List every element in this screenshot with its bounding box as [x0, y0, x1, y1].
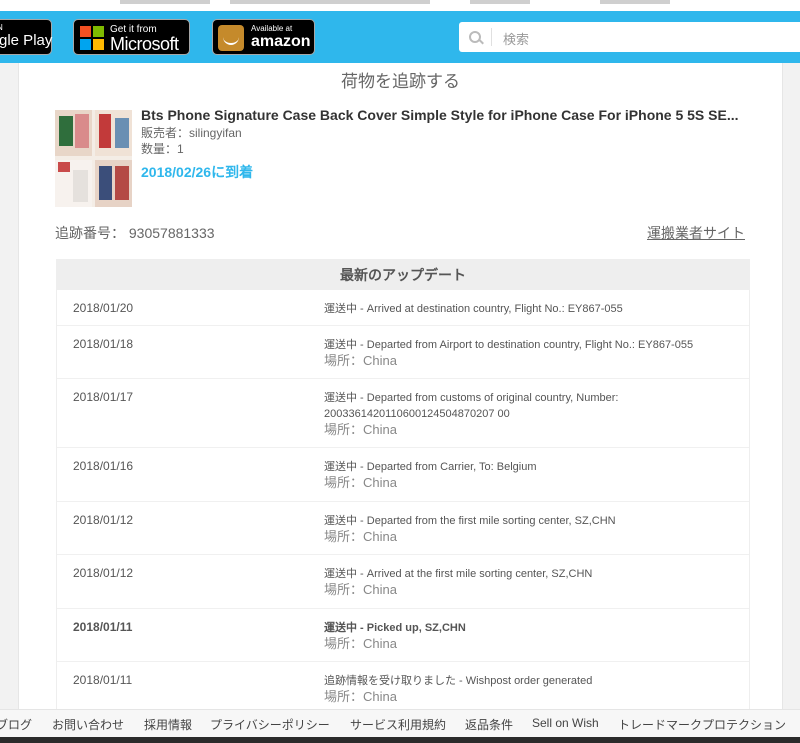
update-date: 2018/01/11 [73, 673, 133, 687]
tracking-card: 荷物を追跡する Bts Phone Signature Case Back Co… [18, 63, 783, 721]
update-status-text: 運送中 - Departed from customs of original … [324, 392, 619, 420]
seller-name: 販売者：silingyifan [141, 126, 242, 140]
update-status-text: 運送中 - Arrived at the first mile sorting … [324, 568, 593, 580]
update-date: 2018/01/17 [73, 390, 134, 404]
update-status: 運送中 - Departed from the first mile sorti… [324, 513, 734, 545]
update-status-text: 運送中 - Arrived at destination country, Fl… [324, 303, 623, 315]
update-location: 場所：China [324, 582, 397, 597]
update-date: 2018/01/12 [73, 566, 134, 580]
footer-link-contact[interactable]: お問い合わせ [52, 716, 124, 733]
search-icon[interactable] [469, 31, 481, 43]
update-row: 2018/01/18 運送中 - Departed from Airport t… [57, 326, 749, 379]
google-play-small-text: N [0, 23, 3, 32]
update-status-text: 運送中 - Picked up, SZ,CHN [324, 622, 466, 634]
update-location: 場所：China [324, 636, 397, 651]
update-date: 2018/01/20 [73, 301, 134, 315]
microsoft-store-badge[interactable]: Get it from Microsoft [73, 19, 190, 55]
update-date: 2018/01/16 [73, 459, 134, 473]
footer-link-terms[interactable]: サービス利用規約 [350, 716, 446, 733]
tracking-number: 追跡番号： 93057881333 [55, 225, 215, 241]
updates-title: 最新のアップデート [57, 260, 749, 290]
update-status: 運送中 - Departed from customs of original … [324, 390, 734, 438]
update-date: 2018/01/11 [73, 620, 133, 634]
update-row: 2018/01/16 運送中 - Departed from Carrier, … [57, 448, 749, 502]
search-input[interactable]: 検索 [459, 22, 800, 52]
update-row: 2018/01/17 運送中 - Departed from customs o… [57, 379, 749, 448]
arrival-date: 2018/02/26に到着 [141, 164, 254, 180]
amazon-small-text: Available at [251, 24, 293, 33]
update-location: 場所：China [324, 422, 397, 437]
update-status-text: 運送中 - Departed from Airport to destinati… [324, 339, 694, 351]
footer-link-trademark[interactable]: トレードマークプロテクション [618, 716, 786, 733]
site-header: N gle Play Get it from Microsoft Availab… [0, 11, 800, 63]
product-name[interactable]: Bts Phone Signature Case Back Cover Simp… [141, 107, 751, 123]
update-status: 運送中 - Departed from Carrier, To: Belgium… [324, 459, 734, 491]
bottom-bar [0, 737, 800, 743]
update-row: 2018/01/11 追跡情報を受け取りました - Wishpost order… [57, 662, 749, 716]
update-location: 場所：China [324, 689, 397, 704]
update-status-text: 運送中 - Departed from Carrier, To: Belgium [324, 461, 537, 473]
product-thumbnail[interactable] [55, 110, 132, 207]
footer-link-careers[interactable]: 採用情報 [144, 716, 192, 733]
update-status: 運送中 - Arrived at the first mile sorting … [324, 566, 734, 598]
update-status-text: 運送中 - Departed from the first mile sorti… [324, 515, 616, 527]
google-play-label: gle Play [0, 32, 53, 49]
update-row: 2018/01/11 運送中 - Picked up, SZ,CHN 場所：Ch… [57, 609, 749, 662]
update-location: 場所：China [324, 353, 397, 368]
search-placeholder: 検索 [503, 32, 530, 47]
update-row: 2018/01/12 運送中 - Arrived at the first mi… [57, 555, 749, 609]
amazon-app-icon [218, 25, 244, 51]
update-status: 運送中 - Picked up, SZ,CHN 場所：China [324, 620, 734, 652]
microsoft-label: Microsoft [110, 34, 179, 54]
update-location: 場所：China [324, 475, 397, 490]
page-title: 荷物を追跡する [341, 72, 460, 91]
update-date: 2018/01/12 [73, 513, 134, 527]
footer-link-returns[interactable]: 返品条件 [465, 716, 513, 733]
update-status: 運送中 - Arrived at destination country, Fl… [324, 301, 734, 317]
update-status: 運送中 - Departed from Airport to destinati… [324, 337, 734, 369]
update-location: 場所：China [324, 529, 397, 544]
update-row: 2018/01/20 運送中 - Arrived at destination … [57, 290, 749, 326]
quantity: 数量：1 [141, 142, 184, 156]
footer-link-privacy[interactable]: プライバシーポリシー [210, 716, 330, 733]
update-row: 2018/01/12 運送中 - Departed from the first… [57, 502, 749, 555]
google-play-badge[interactable]: N gle Play [0, 19, 52, 55]
update-status: 追跡情報を受け取りました - Wishpost order generated … [324, 673, 734, 705]
amazon-badge[interactable]: Available at amazon [212, 19, 315, 55]
carrier-site-link[interactable]: 運搬業者サイト [647, 223, 745, 243]
updates-panel: 最新のアップデート 2018/01/20 運送中 - Arrived at de… [56, 259, 750, 721]
footer-link-sell-on-wish[interactable]: Sell on Wish [532, 716, 599, 730]
update-status-text: 追跡情報を受け取りました - Wishpost order generated [324, 675, 593, 687]
site-footer: ブログ お問い合わせ 採用情報 プライバシーポリシー サービス利用規約 返品条件… [0, 709, 800, 738]
amazon-label: amazon [251, 33, 311, 50]
update-date: 2018/01/18 [73, 337, 134, 351]
search-divider [491, 28, 492, 46]
footer-link-blog[interactable]: ブログ [0, 716, 32, 733]
microsoft-logo-icon [80, 26, 104, 50]
